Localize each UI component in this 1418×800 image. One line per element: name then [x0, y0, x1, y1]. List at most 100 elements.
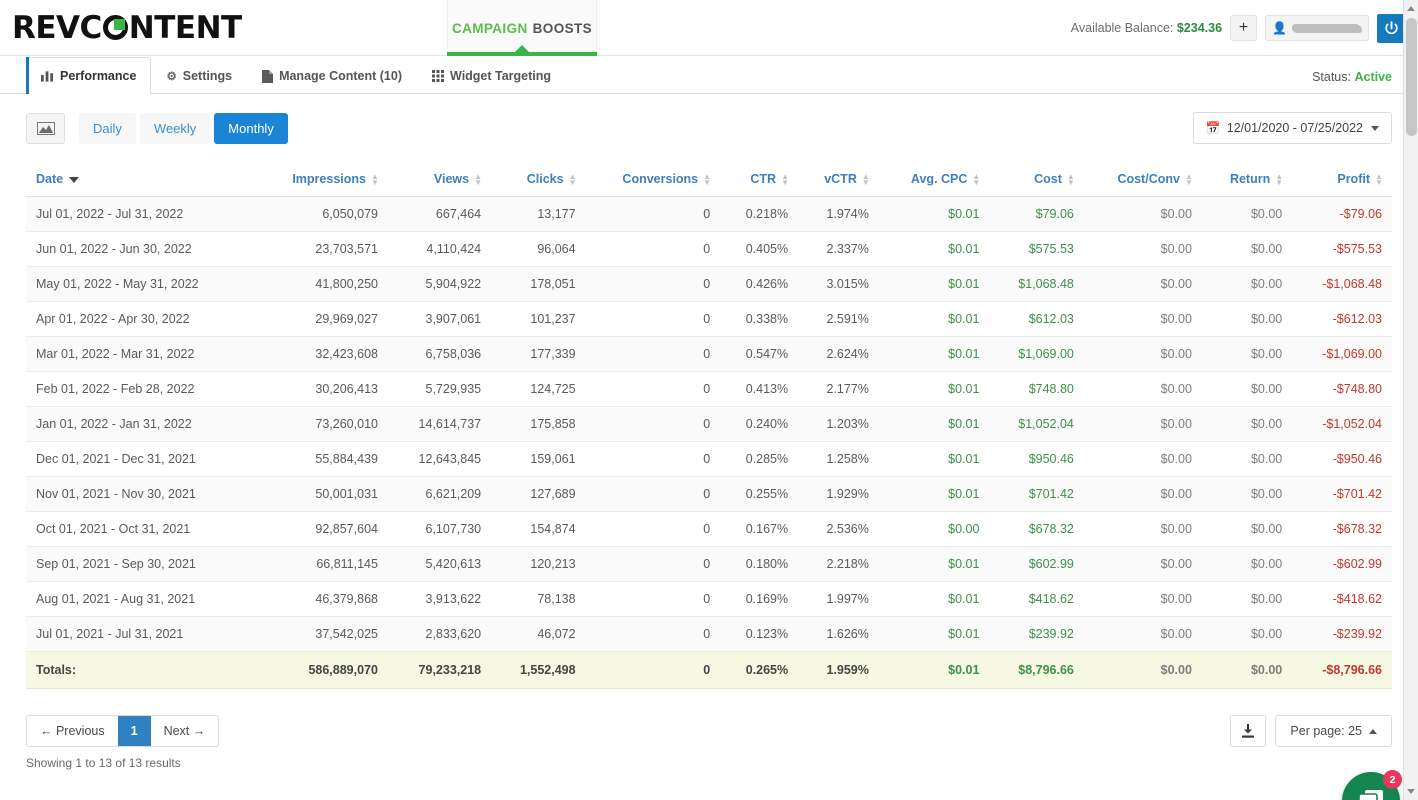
column-header-impressions[interactable]: Impressions ▲ ▼	[256, 164, 388, 197]
tab-performance[interactable]: Performance	[26, 57, 152, 94]
table-row[interactable]: Feb 01, 2022 - Feb 28, 2022 30,206,413 5,7…	[26, 371, 1392, 407]
totals-vctr: 1.959%	[798, 651, 879, 689]
table-row[interactable]: Jul 01, 2022 - Jul 31, 2022 6,050,079 667,…	[26, 196, 1392, 232]
cell-conversions: 0	[585, 616, 721, 652]
column-header-clicks[interactable]: Clicks ▲ ▼	[491, 164, 586, 197]
cell-date: Oct 01, 2021 - Oct 31, 2021	[26, 511, 256, 547]
chat-widget-button[interactable]: 2	[1342, 770, 1402, 800]
tab-widget-targeting[interactable]: Widget Targeting	[417, 57, 566, 94]
date-range-picker[interactable]: 📅 12/01/2020 - 07/25/2022	[1192, 112, 1392, 144]
cell-conversions: 0	[585, 196, 721, 232]
column-label-impressions: Impressions	[292, 172, 366, 186]
cell-impressions: 66,811,145	[256, 546, 388, 582]
cell-impressions: 30,206,413	[256, 371, 388, 407]
column-header-conversions[interactable]: Conversions ▲ ▼	[585, 164, 721, 197]
totals-cost: $8,796.66	[989, 651, 1084, 689]
cell-vctr: 1.974%	[798, 196, 879, 232]
chart-view-toggle-button[interactable]	[26, 112, 65, 144]
cell-vctr: 2.591%	[798, 301, 879, 337]
cell-avg-cpc: $0.01	[878, 616, 990, 652]
page-1-button[interactable]: 1	[117, 716, 151, 746]
column-header-return[interactable]: Return ▲ ▼	[1201, 164, 1293, 197]
cell-views: 5,904,922	[387, 266, 492, 302]
totals-row: Totals: 586,889,070 79,233,218 1,552,498…	[26, 651, 1392, 689]
column-header-vctr[interactable]: vCTR ▲ ▼	[798, 164, 879, 197]
add-funds-button[interactable]: +	[1230, 15, 1258, 41]
cell-profit: -$678.32	[1292, 511, 1392, 547]
scroll-down-arrow-icon[interactable]	[1407, 789, 1415, 794]
cell-profit: -$575.53	[1292, 231, 1392, 267]
cell-cost: $701.42	[989, 476, 1084, 512]
previous-page-button[interactable]: ← Previous	[27, 716, 118, 746]
cell-vctr: 2.177%	[798, 371, 879, 407]
cell-vctr: 1.997%	[798, 581, 879, 617]
scrollbar-thumb[interactable]	[1406, 18, 1417, 136]
column-header-views[interactable]: Views ▲ ▼	[387, 164, 492, 197]
totals-conversions: 0	[585, 651, 721, 689]
cell-return: $0.00	[1201, 581, 1293, 617]
column-label-date: Date	[36, 172, 64, 186]
column-label-cost-conv: Cost/Conv	[1117, 172, 1180, 186]
column-header-cost-conv[interactable]: Cost/Conv ▲ ▼	[1083, 164, 1202, 197]
table-footer-totals: Totals: 586,889,070 79,233,218 1,552,498…	[26, 651, 1392, 689]
cell-cost: $1,069.00	[989, 336, 1084, 372]
cell-profit: -$79.06	[1292, 196, 1392, 232]
cell-return: $0.00	[1201, 441, 1293, 477]
cell-cost: $1,068.48	[989, 266, 1084, 302]
cell-views: 667,464	[387, 196, 492, 232]
table-row[interactable]: Mar 01, 2022 - Mar 31, 2022 32,423,608 6,7…	[26, 336, 1392, 372]
table-row[interactable]: Aug 01, 2021 - Aug 31, 2021 46,379,868 3,9…	[26, 581, 1392, 617]
next-page-button[interactable]: Next →	[151, 716, 219, 746]
page-scrollbar[interactable]	[1403, 0, 1418, 800]
column-header-cost[interactable]: Cost ▲ ▼	[989, 164, 1084, 197]
column-header-avg-cpc[interactable]: Avg. CPC ▲ ▼	[878, 164, 990, 197]
totals-clicks: 1,552,498	[491, 651, 586, 689]
cell-impressions: 73,260,010	[256, 406, 388, 442]
granularity-weekly-button[interactable]: Weekly	[139, 112, 211, 144]
table-row[interactable]: Jul 01, 2021 - Jul 31, 2021 37,542,025 2,8…	[26, 616, 1392, 652]
gear-icon: ⚙	[166, 71, 177, 83]
logout-button[interactable]	[1377, 13, 1406, 43]
table-row[interactable]: Nov 01, 2021 - Nov 30, 2021 50,001,031 6,6…	[26, 476, 1392, 512]
column-label-cost: Cost	[1034, 172, 1062, 186]
cell-clicks: 154,874	[491, 511, 586, 547]
cell-conversions: 0	[585, 301, 721, 337]
sort-icon: ▲ ▼	[370, 171, 379, 187]
download-report-button[interactable]	[1230, 715, 1267, 747]
table-row[interactable]: Dec 01, 2021 - Dec 31, 2021 55,884,439 12,…	[26, 441, 1392, 477]
tab-manage-content[interactable]: Manage Content (10)	[247, 57, 417, 94]
table-row[interactable]: Jun 01, 2022 - Jun 30, 2022 23,703,571 4,1…	[26, 231, 1392, 267]
cell-ctr: 0.413%	[720, 371, 799, 407]
cell-avg-cpc: $0.01	[878, 231, 990, 267]
table-row[interactable]: May 01, 2022 - May 31, 2022 41,800,250 5,9…	[26, 266, 1392, 302]
area-chart-icon	[36, 121, 55, 135]
sort-icon: ▲ ▼	[1066, 171, 1075, 187]
cell-clicks: 13,177	[491, 196, 586, 232]
cell-profit: -$1,068.48	[1292, 266, 1392, 302]
cell-cost: $239.92	[989, 616, 1084, 652]
user-account-menu[interactable]: 👤	[1265, 15, 1369, 41]
column-header-profit[interactable]: Profit ▲ ▼	[1292, 164, 1392, 197]
cell-views: 5,420,613	[387, 546, 492, 582]
available-balance: Available Balance: $234.36	[1071, 21, 1222, 35]
status-label: Status:	[1312, 70, 1351, 84]
table-row[interactable]: Apr 01, 2022 - Apr 30, 2022 29,969,027 3,9…	[26, 301, 1392, 337]
revcontent-logo[interactable]: REVC NTENT	[12, 10, 242, 46]
column-header-date[interactable]: Date	[26, 164, 256, 197]
granularity-daily-button[interactable]: Daily	[79, 112, 136, 144]
cell-avg-cpc: $0.01	[878, 406, 990, 442]
cell-cost: $678.32	[989, 511, 1084, 547]
column-header-ctr[interactable]: CTR ▲ ▼	[720, 164, 799, 197]
scroll-up-arrow-icon[interactable]	[1407, 6, 1415, 11]
per-page-selector[interactable]: Per page: 25	[1275, 715, 1392, 747]
tab-settings[interactable]: ⚙ Settings	[151, 57, 247, 94]
table-row[interactable]: Sep 01, 2021 - Sep 30, 2021 66,811,145 5,4…	[26, 546, 1392, 582]
table-row[interactable]: Oct 01, 2021 - Oct 31, 2021 92,857,604 6,1…	[26, 511, 1392, 547]
cell-vctr: 1.258%	[798, 441, 879, 477]
granularity-monthly-button[interactable]: Monthly	[214, 112, 288, 144]
cell-return: $0.00	[1201, 511, 1293, 547]
username-redacted	[1292, 23, 1362, 33]
cell-cost-conv: $0.00	[1083, 581, 1202, 617]
cell-avg-cpc: $0.01	[878, 581, 990, 617]
table-row[interactable]: Jan 01, 2022 - Jan 31, 2022 73,260,010 14,…	[26, 406, 1392, 442]
